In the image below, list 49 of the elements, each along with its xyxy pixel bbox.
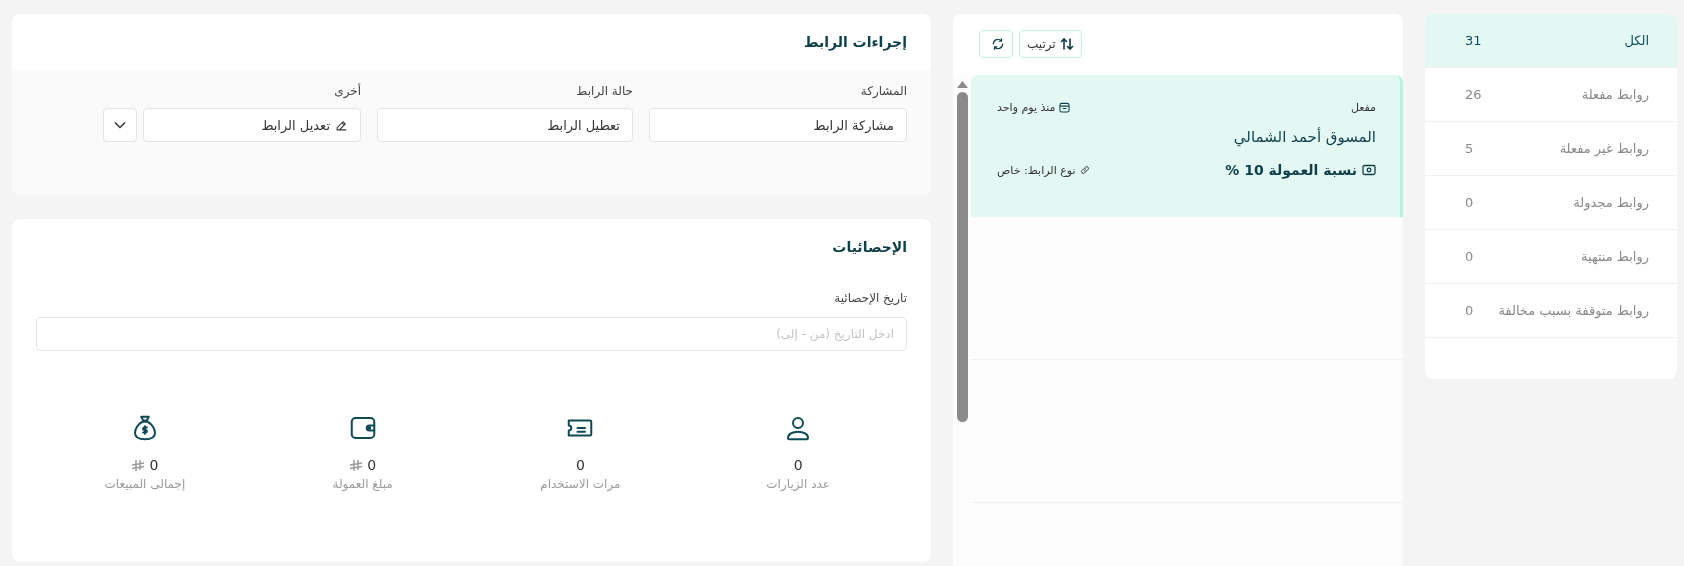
sort-icon: [1059, 37, 1074, 51]
date-range-field[interactable]: ادخل التاريخ (من - إلى): [36, 317, 907, 351]
link-icon: [1079, 165, 1090, 175]
calendar-icon: [1059, 102, 1071, 113]
riyal-icon: [349, 458, 364, 472]
stat-label: مبلغ العمولة: [332, 477, 393, 491]
filter-label: روابط مفعلة: [1581, 87, 1649, 102]
filter-label: روابط منتهية: [1581, 249, 1649, 264]
card-title: إجراءات الرابط: [802, 33, 908, 53]
filter-count: 31: [1465, 33, 1482, 48]
stat-value: 0: [793, 457, 803, 473]
pencil-icon: [335, 118, 348, 132]
filter-count: 0: [1465, 249, 1474, 264]
scroll-up-icon[interactable]: [956, 81, 968, 88]
stat-value: 0: [575, 457, 585, 473]
card-title: الإحصائيات: [831, 238, 908, 257]
refresh-button[interactable]: [979, 30, 1013, 58]
sort-button[interactable]: ترتيب: [1019, 30, 1082, 58]
stat-value: 0: [349, 457, 377, 473]
link-card[interactable]: مفعل منذ يوم واحد المسوق أحمد الشمالي نسبة العمولة 10 % نوع الرابط: خاص: [971, 75, 1403, 217]
action-button[interactable]: تعديل الرابط: [143, 108, 361, 142]
filter-label: الكل: [1624, 33, 1649, 48]
date-text: منذ يوم واحد: [997, 101, 1071, 114]
group-label: أخرى: [333, 84, 361, 98]
chevron-down-icon: [114, 121, 126, 129]
riyal-icon: [131, 458, 146, 472]
filter-count: 5: [1465, 141, 1474, 156]
marketer-name: المسوق أحمد الشمالي: [1232, 128, 1376, 146]
filter-count: 26: [1465, 87, 1482, 102]
filter-count: 0: [1465, 195, 1474, 210]
action-button[interactable]: تعطيل الرابط: [377, 108, 633, 142]
status-text: مفعل: [1350, 101, 1376, 114]
stat-label: إجمالى المبيعات: [104, 477, 186, 491]
filter-label: روابط غير مفعلة: [1559, 141, 1649, 156]
action-button[interactable]: مشاركة الرابط: [649, 108, 907, 142]
scrollbar-thumb[interactable]: [956, 92, 968, 422]
group-label: المشاركة: [859, 84, 907, 98]
filter-count: 0: [1465, 303, 1474, 318]
group-label: حالة الرابط: [575, 84, 633, 98]
link-type-text: نوع الرابط: خاص: [997, 163, 1090, 177]
field-label: تاريخ الإحصائية: [833, 291, 907, 305]
cash-icon: [1362, 164, 1376, 176]
filter-label: روابط متوقفة بسبب مخالفة: [1498, 303, 1649, 318]
stat-value: 0: [131, 457, 159, 473]
stat-label: عدد الزيارات: [766, 477, 830, 491]
commission-text: نسبة العمولة 10 %: [1225, 162, 1376, 178]
stat-label: مرات الاستخدام: [540, 477, 621, 491]
refresh-icon: [991, 37, 1005, 51]
filter-label: روابط مجدولة: [1573, 195, 1649, 210]
